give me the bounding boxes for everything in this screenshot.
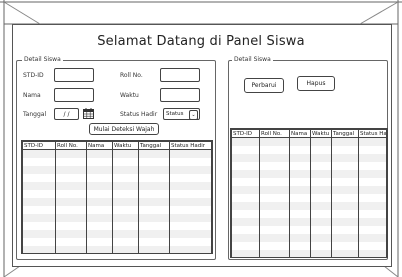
- start-face-detection-button[interactable]: Mulai Deteksi Wajah: [89, 123, 159, 135]
- column-header[interactable]: Status Hadir: [358, 129, 387, 138]
- table-row[interactable]: [22, 190, 212, 198]
- std-id-label: STD-ID: [23, 72, 44, 79]
- table-row[interactable]: [22, 222, 212, 230]
- table-row[interactable]: [22, 238, 212, 246]
- column-header[interactable]: Tanggal: [331, 129, 359, 138]
- column-header[interactable]: Nama: [86, 141, 113, 150]
- table-row[interactable]: [22, 214, 212, 222]
- waktu-label: Waktu: [120, 92, 139, 99]
- roll-no-input[interactable]: [160, 68, 200, 82]
- table-row[interactable]: [231, 210, 387, 218]
- table-row[interactable]: [231, 137, 387, 146]
- roll-no-label: Roll No.: [120, 72, 143, 79]
- table-row[interactable]: [22, 246, 212, 253]
- table-row[interactable]: [231, 186, 387, 194]
- table-row[interactable]: [22, 149, 212, 158]
- table-row[interactable]: [22, 166, 212, 174]
- table-row[interactable]: [231, 218, 387, 226]
- waktu-input[interactable]: [160, 88, 200, 102]
- table-row[interactable]: [231, 250, 387, 257]
- refresh-button[interactable]: Perbarui: [244, 78, 284, 93]
- table-row[interactable]: [22, 198, 212, 206]
- column-header[interactable]: STD-ID: [22, 141, 56, 150]
- right-detail-panel: Detail Siswa Perbarui Hapus STD-ID Roll …: [228, 56, 388, 260]
- page-title: Selamat Datang di Panel Siswa: [97, 34, 305, 49]
- table-row[interactable]: [231, 162, 387, 170]
- table-row[interactable]: [231, 170, 387, 178]
- table-row[interactable]: [231, 154, 387, 162]
- status-select-value: Status: [166, 111, 184, 117]
- column-header[interactable]: Nama: [289, 129, 311, 138]
- table-row[interactable]: [231, 194, 387, 202]
- column-header[interactable]: Waktu: [112, 141, 139, 150]
- nama-input[interactable]: [54, 88, 94, 102]
- column-header[interactable]: Tanggal: [138, 141, 170, 150]
- date-input[interactable]: / /: [54, 108, 79, 120]
- nama-label: Nama: [23, 92, 41, 99]
- status-select[interactable]: Status ⌄: [163, 108, 200, 120]
- column-header[interactable]: Roll No.: [259, 129, 290, 138]
- right-table-body: [231, 137, 387, 257]
- column-header[interactable]: Status Hadir: [169, 141, 212, 150]
- table-row[interactable]: [231, 226, 387, 234]
- status-hadir-label: Status Hadir: [120, 111, 158, 118]
- table-row[interactable]: [231, 178, 387, 186]
- chevron-down-icon: ⌄: [189, 110, 198, 120]
- table-row[interactable]: [231, 202, 387, 210]
- delete-button[interactable]: Hapus: [297, 76, 335, 91]
- left-table-body: [22, 149, 212, 253]
- left-panel-legend: Detail Siswa: [22, 56, 63, 63]
- table-header-row: STD-ID Roll No. Nama Waktu Tanggal Statu…: [22, 141, 212, 150]
- tanggal-label: Tanggal: [23, 111, 47, 118]
- right-attendance-table[interactable]: STD-ID Roll No. Nama Waktu Tanggal Statu…: [230, 128, 388, 258]
- left-detail-panel: Detail Siswa STD-ID Nama Tanggal / / Rol…: [16, 56, 216, 260]
- std-id-input[interactable]: [54, 68, 94, 82]
- table-row[interactable]: [231, 146, 387, 154]
- table-row[interactable]: [22, 174, 212, 182]
- table-header-row: STD-ID Roll No. Nama Waktu Tanggal Statu…: [231, 129, 387, 138]
- left-attendance-table[interactable]: STD-ID Roll No. Nama Waktu Tanggal Statu…: [21, 140, 213, 254]
- column-header[interactable]: Roll No.: [55, 141, 87, 150]
- table-row[interactable]: [22, 206, 212, 214]
- column-header[interactable]: Waktu: [310, 129, 332, 138]
- table-row[interactable]: [22, 158, 212, 166]
- column-header[interactable]: STD-ID: [231, 129, 260, 138]
- table-row[interactable]: [231, 234, 387, 242]
- right-panel-legend: Detail Siswa: [232, 56, 273, 63]
- table-row[interactable]: [231, 242, 387, 250]
- table-row[interactable]: [22, 182, 212, 190]
- table-row[interactable]: [22, 230, 212, 238]
- calendar-icon[interactable]: [83, 108, 94, 119]
